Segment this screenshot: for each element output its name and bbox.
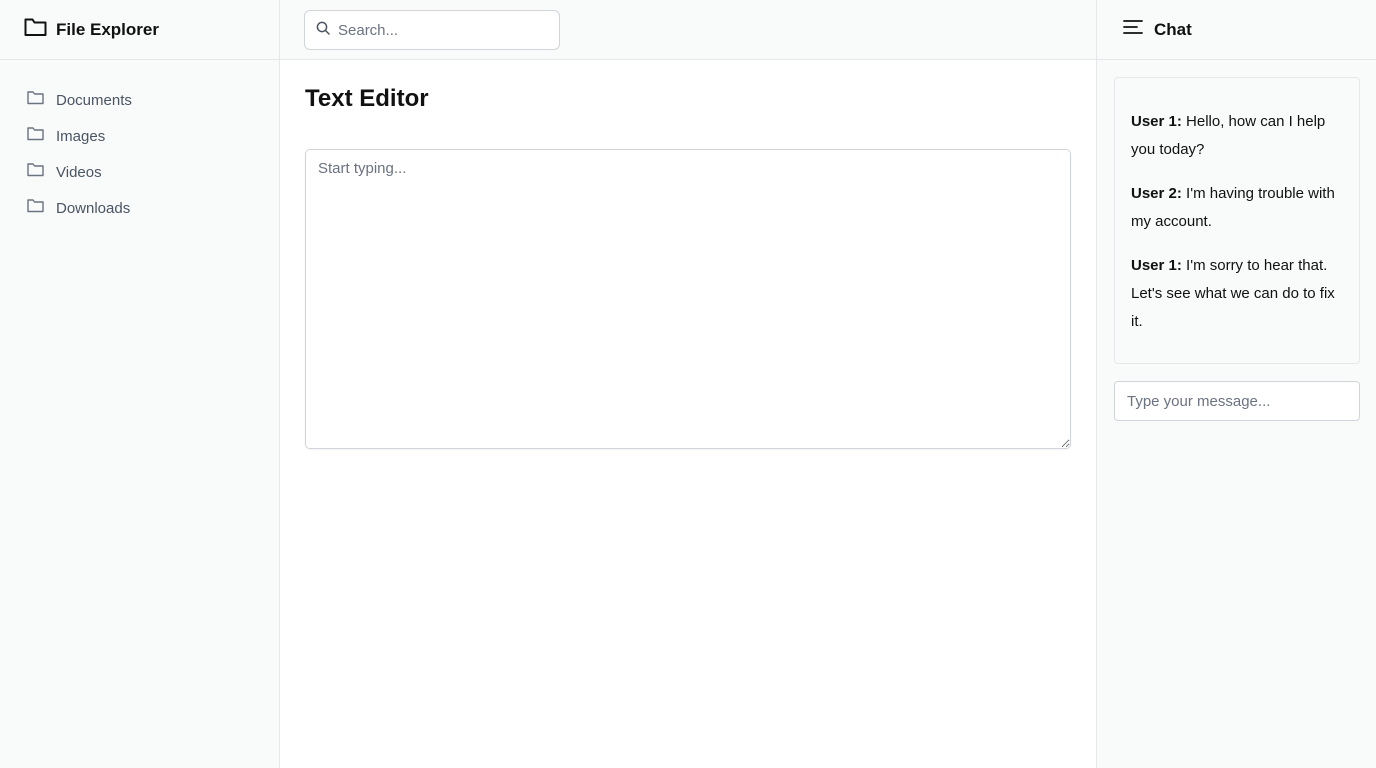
- message-sender: User 1:: [1131, 113, 1182, 130]
- chat-messages: User 1: Hello, how can I help you today?…: [1114, 77, 1360, 364]
- chat-title: Chat: [1154, 19, 1192, 39]
- file-explorer-title: File Explorer: [56, 19, 159, 39]
- folder-icon: [27, 126, 44, 146]
- chat-message: User 2: I'm having trouble with my accou…: [1131, 180, 1343, 236]
- folder-icon: [27, 90, 44, 110]
- menu-icon[interactable]: [1123, 19, 1143, 40]
- folder-icon: [24, 17, 47, 42]
- chat-message: User 1: I'm sorry to hear that. Let's se…: [1131, 252, 1343, 336]
- folder-label: Documents: [56, 91, 132, 109]
- text-editor-area[interactable]: [305, 149, 1071, 449]
- folder-icon: [27, 162, 44, 182]
- search-input[interactable]: [338, 21, 538, 39]
- folder-label: Images: [56, 127, 106, 145]
- folder-label: Downloads: [56, 199, 131, 217]
- file-explorer-sidebar: File Explorer Documents Images Videos Do…: [0, 0, 280, 768]
- folder-icon: [27, 198, 44, 218]
- chat-message: User 1: Hello, how can I help you today?: [1131, 108, 1343, 164]
- folder-list: Documents Images Videos Downloads: [0, 60, 279, 226]
- search-box[interactable]: [304, 10, 560, 50]
- folder-item-videos[interactable]: Videos: [27, 154, 279, 190]
- file-explorer-header: File Explorer: [0, 0, 279, 60]
- page-title: Text Editor: [305, 85, 429, 112]
- folder-item-images[interactable]: Images: [27, 118, 279, 154]
- top-bar: [280, 0, 1097, 60]
- search-icon: [316, 21, 330, 40]
- chat-message-input[interactable]: [1114, 381, 1360, 421]
- message-sender: User 2:: [1131, 185, 1182, 202]
- folder-item-downloads[interactable]: Downloads: [27, 190, 279, 226]
- folder-item-documents[interactable]: Documents: [27, 82, 279, 118]
- message-sender: User 1:: [1131, 257, 1182, 274]
- chat-header: Chat: [1097, 0, 1376, 60]
- folder-label: Videos: [56, 163, 102, 181]
- chat-sidebar: Chat User 1: Hello, how can I help you t…: [1096, 0, 1376, 768]
